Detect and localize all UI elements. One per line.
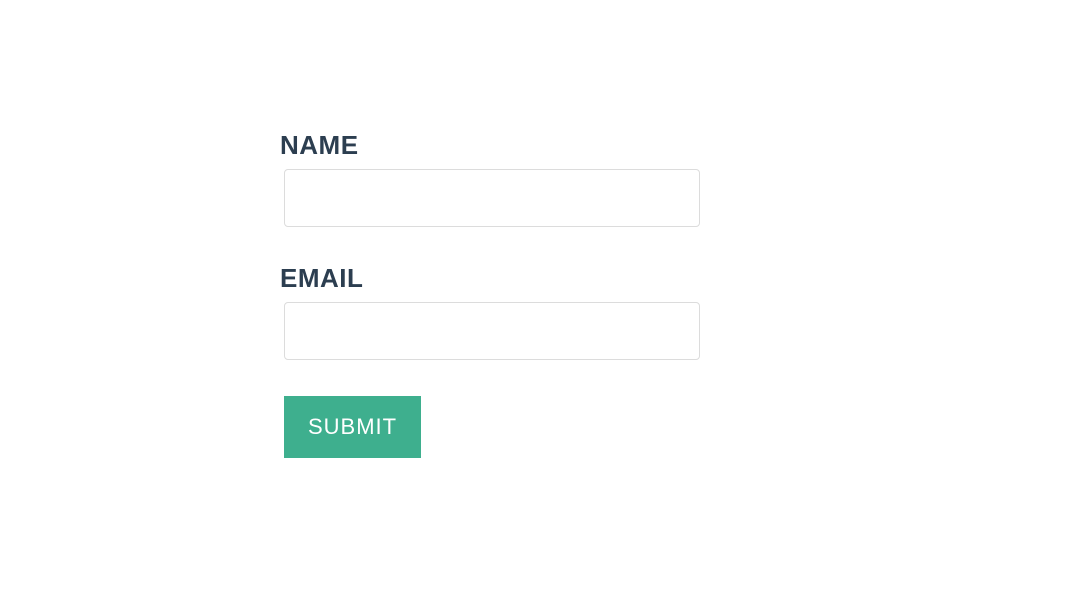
email-label: EMAIL [280, 263, 1068, 294]
email-input[interactable] [284, 302, 700, 360]
name-label: NAME [280, 130, 1068, 161]
signup-form: NAME EMAIL SUBMIT [0, 0, 1068, 458]
submit-button[interactable]: SUBMIT [284, 396, 421, 458]
name-group: NAME [280, 130, 1068, 227]
email-group: EMAIL [280, 263, 1068, 360]
name-input[interactable] [284, 169, 700, 227]
